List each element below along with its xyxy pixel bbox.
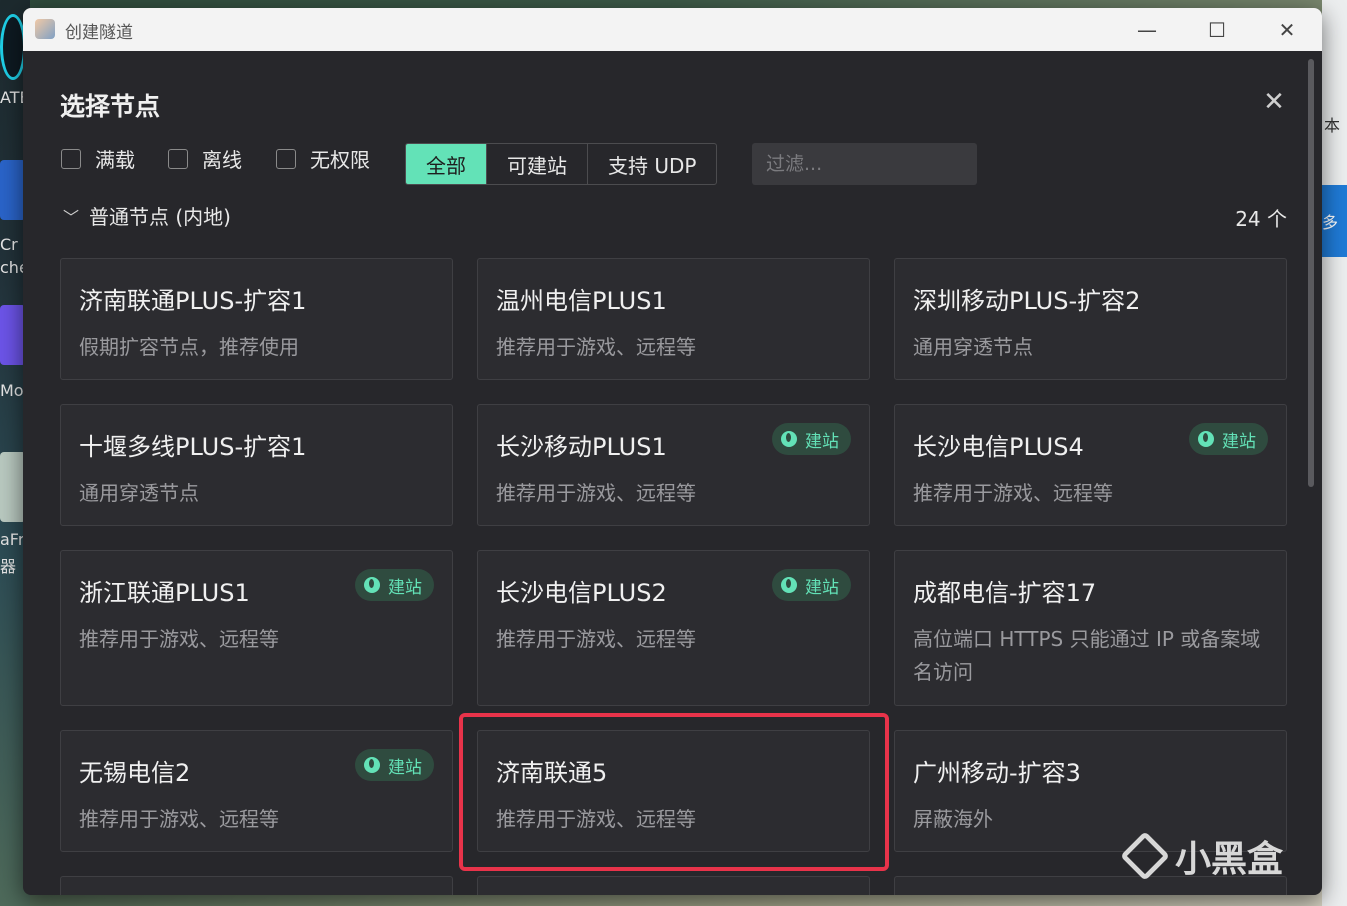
- checkbox-label: 满载: [95, 148, 135, 172]
- window-close-button[interactable]: ✕: [1252, 8, 1322, 51]
- segment-udp[interactable]: 支持 UDP: [587, 144, 716, 184]
- node-card[interactable]: [60, 876, 453, 895]
- desktop-label: 本: [1324, 116, 1341, 135]
- node-name: 十堰多线PLUS-扩容1: [79, 433, 307, 461]
- node-card[interactable]: 长沙电信PLUS4 建站 推荐用于游戏、远程等: [894, 404, 1287, 526]
- checkbox-offline[interactable]: 离线: [168, 144, 242, 173]
- node-card[interactable]: 长沙电信PLUS2 建站 推荐用于游戏、远程等: [477, 550, 870, 706]
- chevron-down-icon: ﹀: [63, 207, 80, 227]
- node-desc: 推荐用于游戏、远程等: [496, 335, 696, 359]
- node-desc: 推荐用于游戏、远程等: [496, 627, 696, 651]
- app-icon: [35, 19, 55, 39]
- node-card[interactable]: 温州电信PLUS1 推荐用于游戏、远程等: [477, 258, 870, 380]
- globe-icon: [781, 431, 797, 447]
- node-name: 成都电信-扩容17: [913, 579, 1097, 607]
- desktop-label: 多: [1322, 213, 1339, 232]
- maximize-button[interactable]: ☐: [1182, 8, 1252, 51]
- site-badge: 建站: [772, 569, 851, 601]
- filter-input[interactable]: [752, 143, 977, 185]
- badge-label: 建站: [1222, 431, 1256, 452]
- node-name: 无锡电信2: [79, 759, 191, 787]
- checkbox-box[interactable]: [168, 148, 188, 169]
- watermark: 小黑盒: [1120, 830, 1284, 882]
- node-card[interactable]: 长沙移动PLUS1 建站 推荐用于游戏、远程等: [477, 404, 870, 526]
- node-card[interactable]: 济南联通PLUS-扩容1 假期扩容节点，推荐使用: [60, 258, 453, 380]
- globe-icon: [364, 757, 380, 773]
- node-desc: 假期扩容节点，推荐使用: [79, 335, 299, 359]
- checkbox-full[interactable]: 满载: [61, 144, 135, 173]
- node-card[interactable]: 十堰多线PLUS-扩容1 通用穿透节点: [60, 404, 453, 526]
- segment-can-build-site[interactable]: 可建站: [486, 144, 587, 184]
- scrollbar[interactable]: [1308, 59, 1314, 487]
- node-desc: 推荐用于游戏、远程等: [496, 481, 696, 505]
- node-select-panel: 选择节点 ✕ 满载 离线 无权限 全部 可建站 支持 UDP ﹀ 普通节点 (内…: [23, 51, 1322, 895]
- node-card[interactable]: 成都电信-扩容17 高位端口 HTTPS 只能通过 IP 或备案域名访问: [894, 550, 1287, 706]
- badge-label: 建站: [388, 577, 422, 598]
- desktop-blue-button[interactable]: 多: [1322, 185, 1347, 257]
- minimize-button[interactable]: —: [1112, 8, 1182, 51]
- site-badge: 建站: [772, 423, 851, 455]
- desktop-right-strip: 本 多: [1322, 0, 1347, 906]
- globe-icon: [364, 577, 380, 593]
- checkbox-box[interactable]: [61, 148, 81, 169]
- node-card[interactable]: [477, 876, 870, 895]
- node-name: 长沙电信PLUS4: [913, 433, 1084, 461]
- badge-label: 建站: [388, 757, 422, 778]
- node-name: 广州移动-扩容3: [913, 759, 1081, 787]
- desktop-label: Cr: [0, 235, 18, 254]
- node-desc: 推荐用于游戏、远程等: [79, 627, 279, 651]
- node-name: 温州电信PLUS1: [496, 287, 667, 315]
- title-bar[interactable]: 创建隧道 — ☐ ✕: [23, 8, 1322, 51]
- group-count: 24 个: [1235, 207, 1287, 231]
- desktop-label: Mo: [0, 381, 24, 400]
- badge-label: 建站: [805, 577, 839, 598]
- panel-title: 选择节点: [60, 92, 161, 121]
- checkbox-no-permission[interactable]: 无权限: [276, 144, 370, 173]
- segment-all[interactable]: 全部: [406, 144, 486, 184]
- window-title: 创建隧道: [65, 23, 133, 43]
- site-badge: 建站: [355, 569, 434, 601]
- node-card[interactable]: 无锡电信2 建站 推荐用于游戏、远程等: [60, 730, 453, 852]
- node-name: 济南联通PLUS-扩容1: [79, 287, 307, 315]
- group-toggle[interactable]: ﹀ 普通节点 (内地): [63, 201, 231, 230]
- node-desc: 推荐用于游戏、远程等: [913, 481, 1113, 505]
- site-badge: 建站: [355, 749, 434, 781]
- checkbox-label: 离线: [202, 148, 242, 172]
- globe-icon: [1198, 431, 1214, 447]
- node-name: 深圳移动PLUS-扩容2: [913, 287, 1141, 315]
- node-card[interactable]: 深圳移动PLUS-扩容2 通用穿透节点: [894, 258, 1287, 380]
- watermark-text: 小黑盒: [1175, 839, 1284, 880]
- checkbox-box[interactable]: [276, 148, 296, 169]
- highlight-box: [459, 713, 889, 871]
- node-name: 浙江联通PLUS1: [79, 579, 250, 607]
- site-badge: 建站: [1189, 423, 1268, 455]
- node-desc: 通用穿透节点: [913, 335, 1033, 359]
- close-icon[interactable]: ✕: [1261, 89, 1287, 115]
- desktop-label: 器: [0, 557, 17, 576]
- filter-segment: 全部 可建站 支持 UDP: [405, 143, 718, 185]
- checkbox-label: 无权限: [310, 148, 370, 172]
- node-desc: 高位端口 HTTPS 只能通过 IP 或备案域名访问: [913, 627, 1261, 684]
- create-tunnel-window: 创建隧道 — ☐ ✕ 选择节点 ✕ 满载 离线 无权限 全部 可建站 支持 UD…: [23, 8, 1322, 895]
- group-label: 普通节点 (内地): [89, 205, 231, 229]
- node-name: 长沙电信PLUS2: [496, 579, 667, 607]
- node-desc: 通用穿透节点: [79, 481, 199, 505]
- node-card[interactable]: 浙江联通PLUS1 建站 推荐用于游戏、远程等: [60, 550, 453, 706]
- xiaoheihe-logo-icon: [1120, 831, 1170, 881]
- desktop-label: aFr: [0, 530, 25, 549]
- node-desc: 推荐用于游戏、远程等: [79, 807, 279, 831]
- badge-label: 建站: [805, 431, 839, 452]
- node-name: 长沙移动PLUS1: [496, 433, 667, 461]
- globe-icon: [781, 577, 797, 593]
